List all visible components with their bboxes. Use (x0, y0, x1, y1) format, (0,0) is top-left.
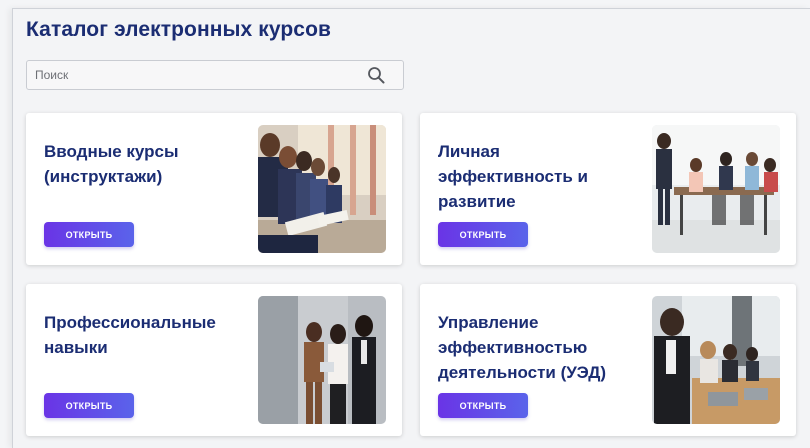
course-card[interactable]: Личная эффективность и развитие ОТКРЫТЬ (420, 113, 796, 265)
search-box[interactable] (26, 60, 404, 90)
course-image (652, 296, 780, 424)
course-title: Управление эффективностью деятельности (… (438, 313, 607, 382)
course-card[interactable]: Вводные курсы (инструктажи) ОТКРЫТЬ (26, 113, 402, 265)
open-button[interactable]: ОТКРЫТЬ (438, 393, 528, 418)
course-title: Профессиональные навыки (44, 313, 216, 357)
course-title: Личная эффективность и развитие (438, 142, 588, 211)
course-image (258, 125, 386, 253)
page-title: Каталог электронных курсов (26, 18, 332, 41)
open-button[interactable]: ОТКРЫТЬ (44, 222, 134, 247)
open-button[interactable]: ОТКРЫТЬ (438, 222, 528, 247)
course-card[interactable]: Управление эффективностью деятельности (… (420, 284, 796, 436)
course-image (258, 296, 386, 424)
search-input[interactable] (35, 65, 355, 85)
course-image (652, 125, 780, 253)
open-button[interactable]: ОТКРЫТЬ (44, 393, 134, 418)
search-icon[interactable] (367, 66, 385, 84)
course-title: Вводные курсы (инструктажи) (44, 142, 179, 186)
course-card[interactable]: Профессиональные навыки ОТКРЫТЬ (26, 284, 402, 436)
